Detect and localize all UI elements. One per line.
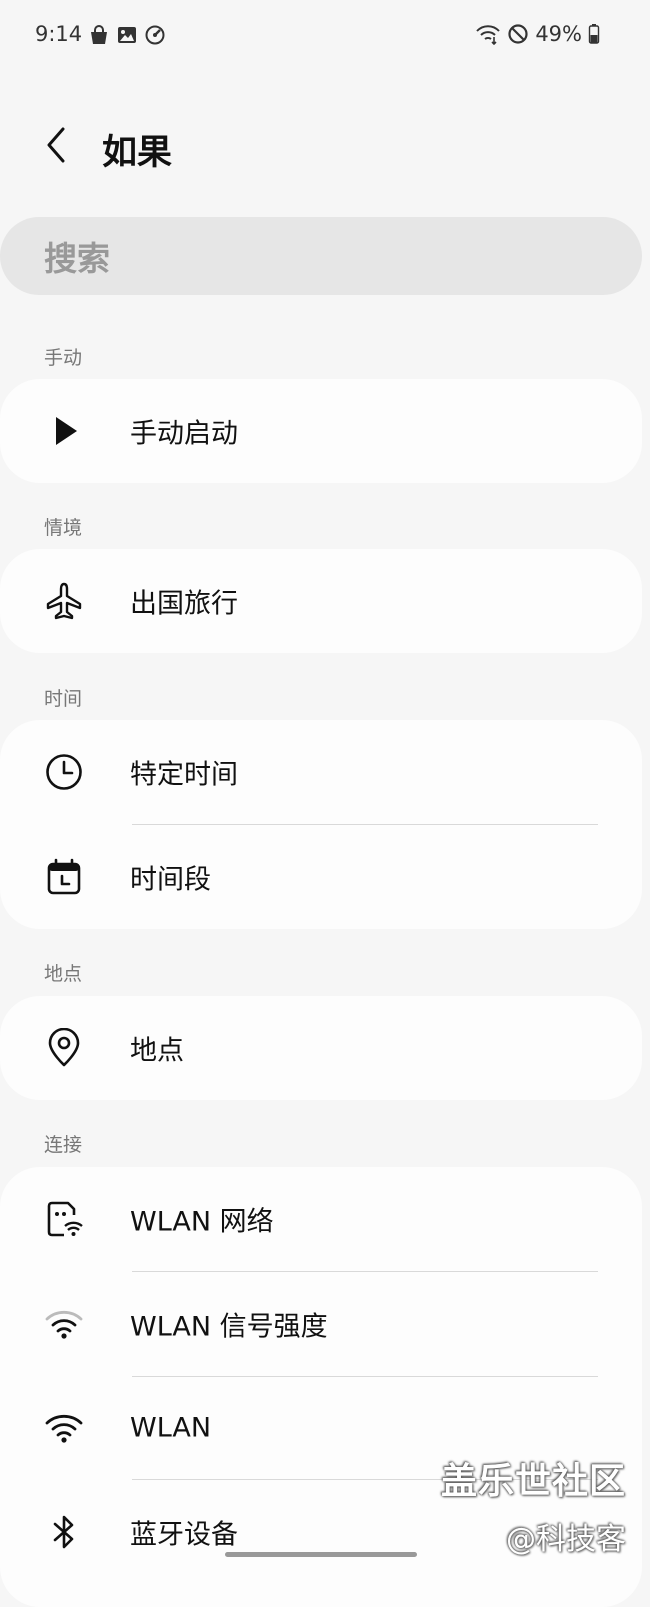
calendar-clock-icon (44, 857, 84, 897)
airplane-icon (44, 581, 84, 621)
battery-icon (588, 24, 600, 44)
watermark: 盖乐世社区 @科技客 (441, 1452, 626, 1558)
status-bar: 9:14 49% (0, 0, 650, 72)
wifi-call-icon (476, 25, 501, 45)
list-item-label: WLAN (130, 1412, 212, 1444)
watermark-sub: @科技客 (506, 1522, 626, 1557)
list-item-wlan-signal[interactable]: WLAN 信号强度 (0, 1272, 642, 1376)
location-pin-icon (44, 1028, 84, 1068)
chevron-left-icon (47, 127, 65, 163)
page-title: 如果 (102, 133, 173, 173)
status-icons-left (88, 24, 166, 46)
section-label-manual: 手动 (44, 347, 83, 369)
list-item-label: 出国旅行 (130, 588, 238, 620)
list-item-label: WLAN 信号强度 (130, 1311, 328, 1343)
list-item-label: 地点 (130, 1035, 184, 1067)
do-not-disturb-icon (508, 24, 528, 44)
section-label-location: 地点 (44, 963, 83, 985)
list-item-label: 特定时间 (130, 759, 238, 791)
list-item-location[interactable]: 地点 (0, 996, 642, 1100)
list-item-travel-abroad[interactable]: 出国旅行 (0, 549, 642, 653)
card-manual: 手动启动 (0, 379, 642, 483)
play-icon (44, 411, 84, 451)
wifi-icon (44, 1408, 84, 1448)
wifi-signal-icon (44, 1304, 84, 1344)
section-label-connection: 连接 (44, 1134, 83, 1156)
section-label-context: 情境 (44, 517, 83, 539)
gallery-icon (118, 27, 136, 43)
list-item-specific-time[interactable]: 特定时间 (0, 720, 642, 824)
app-header: 如果 (0, 110, 650, 180)
card-context: 出国旅行 (0, 549, 642, 653)
list-item-label: WLAN 网络 (130, 1206, 274, 1238)
card-time: 特定时间 时间段 (0, 720, 642, 929)
search-input[interactable]: 搜索 (0, 217, 642, 295)
list-item-label: 手动启动 (130, 418, 238, 450)
list-item-time-period[interactable]: 时间段 (0, 825, 642, 929)
shopping-bag-icon (91, 25, 107, 44)
back-button[interactable] (36, 120, 76, 170)
list-item-wlan-network[interactable]: WLAN 网络 (0, 1167, 642, 1271)
section-label-time: 时间 (44, 688, 83, 710)
clock-icon (44, 752, 84, 792)
battery-percent: 49% (535, 22, 582, 46)
watermark-main: 盖乐世社区 (440, 1461, 626, 1502)
list-item-manual-start[interactable]: 手动启动 (0, 379, 642, 483)
speed-icon (145, 25, 165, 45)
wlan-network-icon (44, 1199, 84, 1239)
status-time: 9:14 (35, 22, 83, 46)
status-icons-right: 49% (475, 22, 600, 46)
list-item-label: 蓝牙设备 (130, 1519, 238, 1551)
search-placeholder: 搜索 (44, 239, 110, 278)
card-location: 地点 (0, 996, 642, 1100)
home-indicator[interactable] (225, 1552, 417, 1557)
bluetooth-icon (44, 1512, 84, 1552)
list-item-label: 时间段 (130, 864, 211, 896)
